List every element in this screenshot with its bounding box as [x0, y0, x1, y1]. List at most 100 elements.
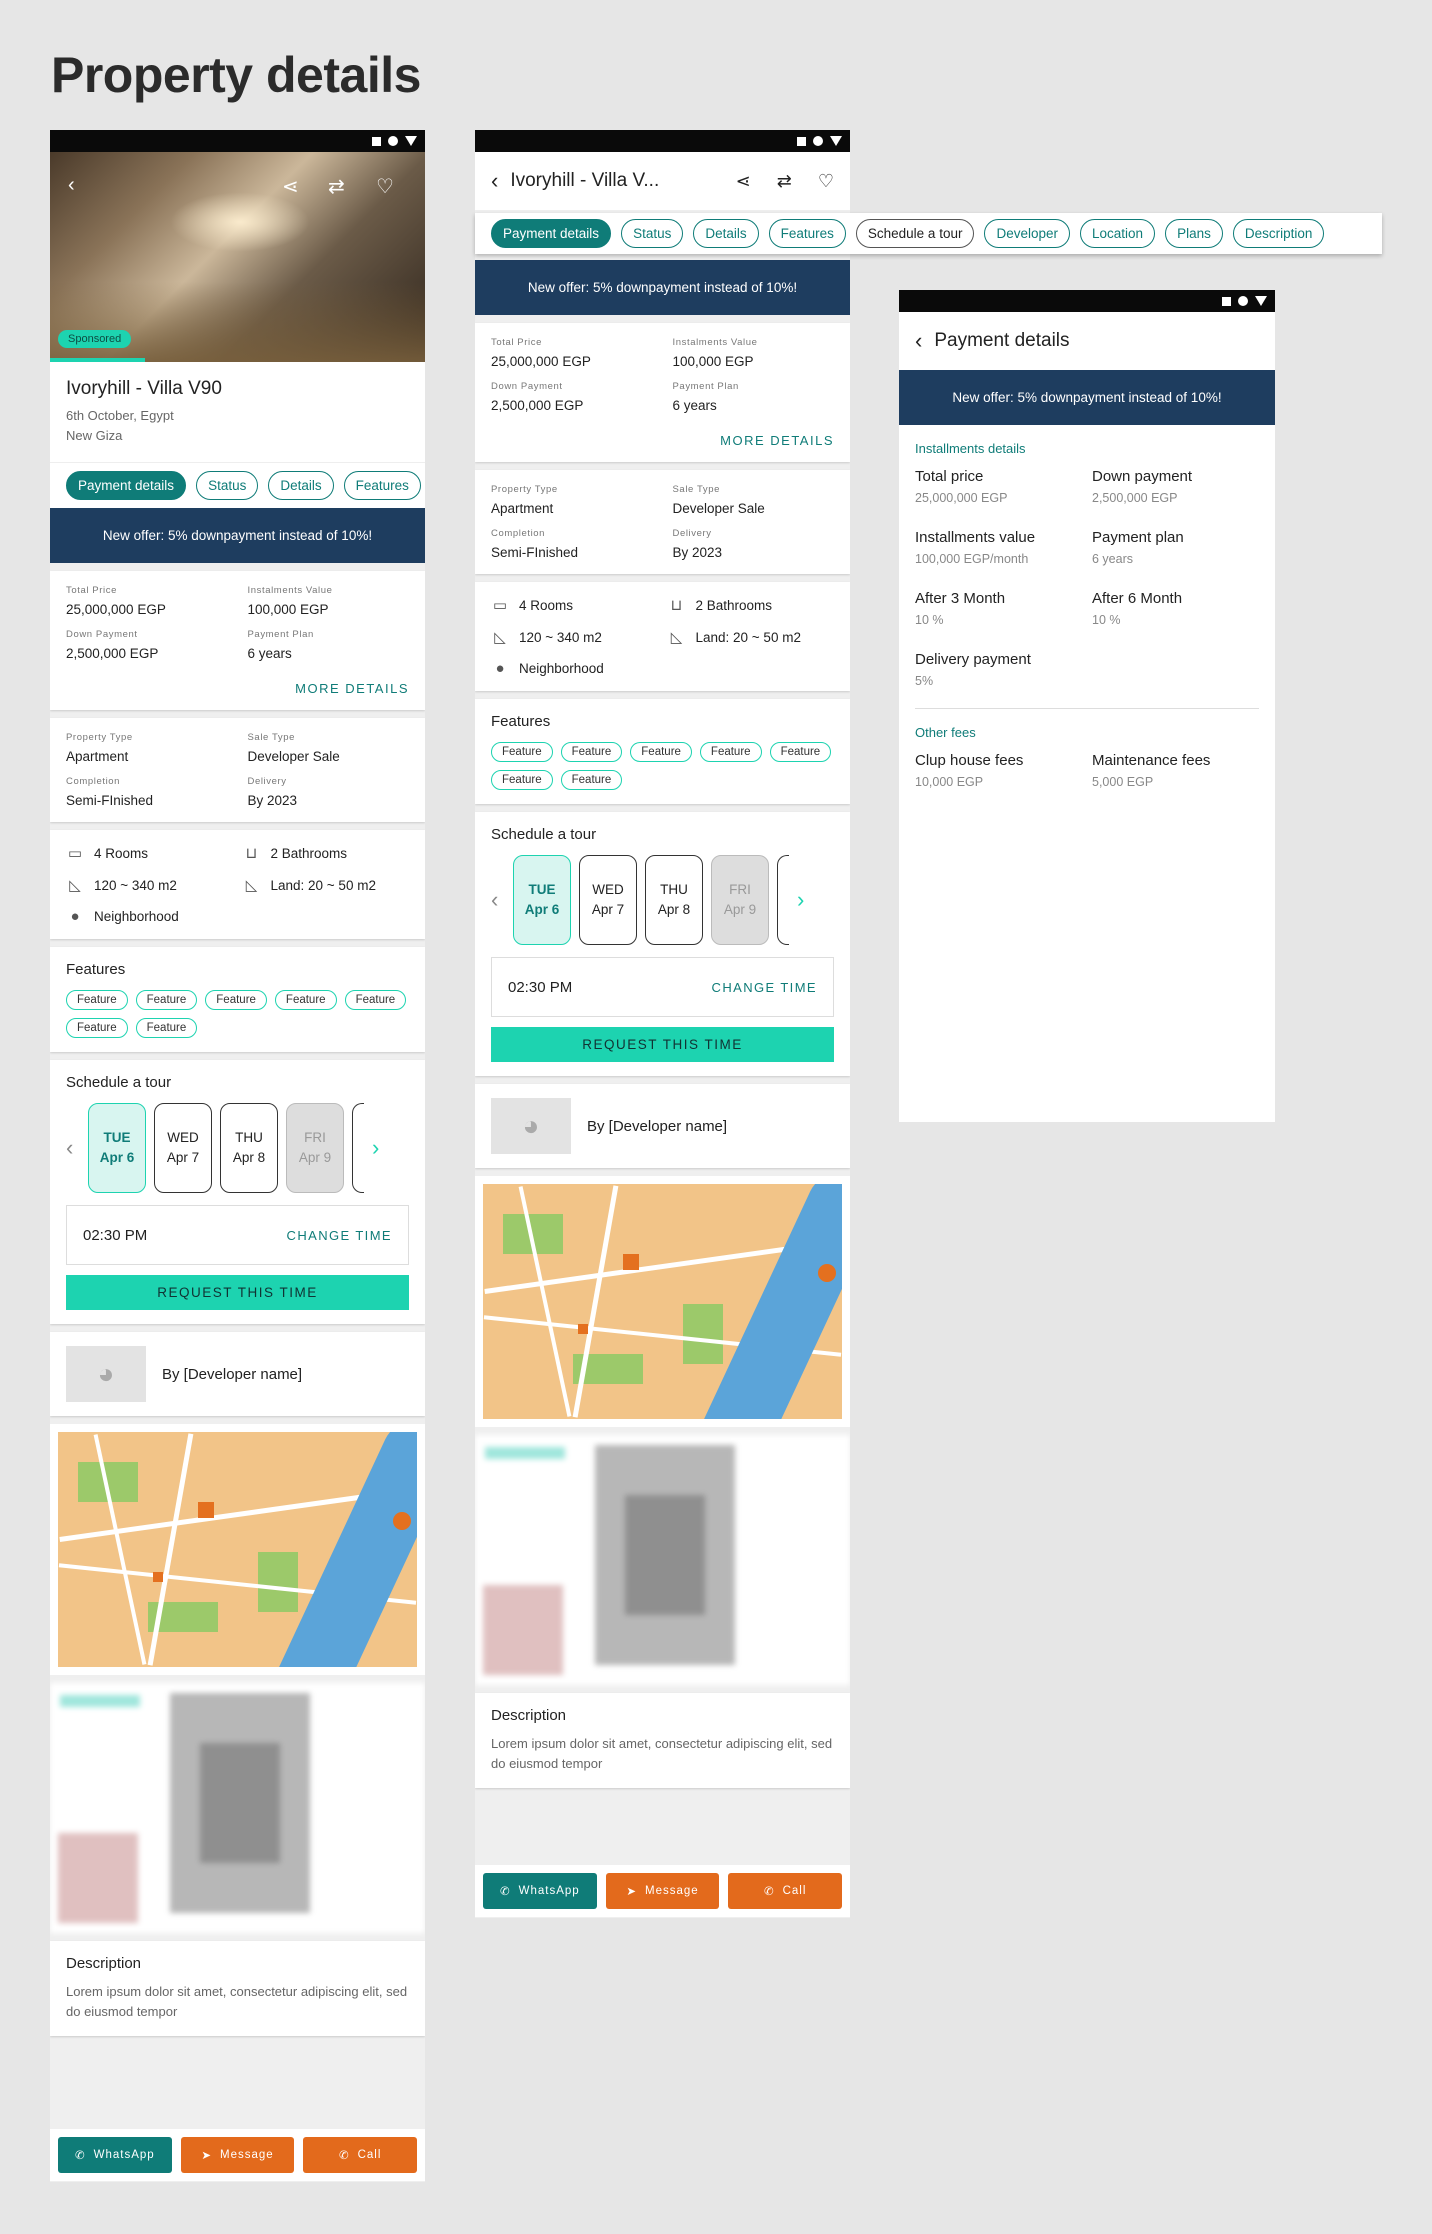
total-price: 25,000,000 EGP — [66, 602, 166, 617]
date-option: FRI Apr 9 — [286, 1103, 344, 1193]
description-title: Description — [66, 1955, 142, 1972]
more-details-button[interactable]: MORE DETAILS — [66, 681, 409, 696]
info-card: Property Type Apartment Sale Type Develope… — [475, 470, 850, 574]
schedule-title: Schedule a tour — [66, 1074, 172, 1091]
chevron-left-icon[interactable]: ‹ — [66, 1135, 80, 1161]
developer-card[interactable]: ◕ By [Developer name] — [475, 1084, 850, 1168]
whatsapp-button[interactable]: ✆ WhatsApp — [58, 2137, 172, 2173]
description-card: Description Lorem ipsum dolor sit amet, … — [50, 1941, 425, 2036]
heart-icon[interactable]: ♡ — [818, 171, 834, 192]
neighborhood: Neighborhood — [519, 661, 604, 676]
feature-chip: Feature — [344, 990, 407, 1010]
page-title: Property details — [51, 47, 421, 103]
date-option[interactable]: WED Apr 7 — [579, 855, 637, 945]
tab-location[interactable]: Location — [1080, 219, 1156, 248]
back-arrow-icon[interactable]: ‹ — [491, 168, 498, 194]
feature-chip: Feature — [491, 742, 553, 762]
feature-chip: Feature — [205, 990, 267, 1010]
message-button[interactable]: ➤ Message — [180, 2137, 295, 2173]
circle-icon — [388, 136, 398, 146]
tab-payment-details[interactable]: Payment details — [66, 471, 187, 500]
payment-page-title: Payment details — [934, 330, 1070, 351]
sale-type: Developer Sale — [247, 749, 340, 764]
tab-description[interactable]: Description — [1232, 219, 1325, 248]
tab-plans[interactable]: Plans — [1165, 219, 1223, 248]
date-option[interactable]: TUE Apr 6 — [513, 855, 571, 945]
location-map[interactable] — [50, 1424, 425, 1675]
share-icon[interactable]: ⋖ — [736, 171, 751, 192]
call-button[interactable]: ✆ Call — [728, 1873, 843, 1909]
floor-plan-image[interactable] — [475, 1435, 850, 1685]
tab-developer[interactable]: Developer — [984, 219, 1071, 248]
back-arrow-icon[interactable]: ‹ — [915, 328, 922, 354]
developer-card[interactable]: ◕ By [Developer name] — [50, 1332, 425, 1416]
call-button[interactable]: ✆ Call — [303, 2137, 418, 2173]
request-time-button[interactable]: REQUEST THIS TIME — [491, 1027, 834, 1062]
date-option[interactable]: THU Apr 8 — [220, 1103, 278, 1193]
feature-chip: Feature — [699, 742, 762, 762]
sticky-section-tabs: Payment details Status Details Features … — [475, 213, 1382, 254]
chevron-right-icon[interactable]: › — [797, 887, 811, 913]
label: Delivery — [672, 528, 712, 539]
whatsapp-icon: ✆ — [499, 1886, 511, 1898]
date-option[interactable] — [777, 855, 789, 945]
schedule-card: Schedule a tour ‹ TUE Apr 6 WED Apr 7 THU A… — [475, 812, 850, 1076]
compare-icon[interactable]: ⇄ — [328, 174, 345, 199]
time-picker[interactable]: 02:30 PM CHANGE TIME — [66, 1205, 409, 1265]
property-name: Ivoryhill - Villa V90 — [66, 378, 222, 399]
bottom-action-bar: ✆ WhatsApp ➤ Message ✆ Call — [475, 1865, 850, 1917]
label: Down payment — [1092, 468, 1193, 485]
offer-banner[interactable]: New offer: 5% downpayment instead of 10%… — [475, 260, 850, 315]
tab-details[interactable]: Details — [693, 219, 759, 248]
date-option[interactable]: WED Apr 7 — [154, 1103, 212, 1193]
built-area: 120 ~ 340 m2 — [519, 629, 602, 645]
change-time-button[interactable]: CHANGE TIME — [712, 980, 817, 995]
location-map[interactable] — [475, 1176, 850, 1427]
date-option[interactable] — [352, 1103, 364, 1193]
heart-icon[interactable]: ♡ — [376, 174, 394, 199]
pin-icon: ● — [70, 908, 80, 925]
chevron-left-icon[interactable]: ‹ — [491, 887, 505, 913]
label: Delivery payment — [915, 651, 1031, 668]
bathtub-icon: ⊔ — [670, 597, 683, 614]
installment-value: 100,000 EGP — [247, 602, 329, 617]
label: Delivery — [247, 776, 287, 787]
time-picker[interactable]: 02:30 PM CHANGE TIME — [491, 957, 834, 1017]
floor-plan-image[interactable] — [50, 1683, 425, 1933]
tab-details[interactable]: Details — [268, 471, 334, 500]
feature-chip: Feature — [491, 770, 553, 790]
property-city: 6th October, Egypt — [66, 408, 174, 423]
value: 100,000 EGP/month — [915, 552, 1029, 566]
chevron-right-icon[interactable]: › — [372, 1135, 386, 1161]
hero-image: ‹ ⋖ ⇄ ♡ Sponsored — [50, 152, 425, 362]
value: 10 % — [1092, 613, 1121, 627]
sponsored-badge: Sponsored — [58, 330, 132, 348]
app-bar-title: Ivoryhill - Villa V... — [510, 170, 660, 191]
offer-banner[interactable]: New offer: 5% downpayment instead of 10%… — [899, 370, 1275, 425]
more-details-button[interactable]: MORE DETAILS — [491, 433, 834, 448]
status-bar — [899, 290, 1275, 312]
tab-features[interactable]: Features — [343, 471, 421, 500]
tab-status[interactable]: Status — [621, 219, 684, 248]
compare-icon[interactable]: ⇄ — [777, 171, 792, 192]
tab-features[interactable]: Features — [768, 219, 846, 248]
request-time-button[interactable]: REQUEST THIS TIME — [66, 1275, 409, 1310]
back-arrow-icon[interactable]: ‹ — [68, 174, 75, 197]
bottom-action-bar: ✆ WhatsApp ➤ Message ✆ Call — [50, 2129, 425, 2181]
date-option[interactable]: THU Apr 8 — [645, 855, 703, 945]
message-button[interactable]: ➤ Message — [605, 1873, 720, 1909]
tab-payment-details[interactable]: Payment details — [491, 219, 612, 248]
feature-chip: Feature — [66, 990, 128, 1010]
bed-icon: ▭ — [67, 845, 83, 862]
neighborhood: Neighborhood — [94, 909, 179, 924]
tab-schedule-tour[interactable]: Schedule a tour — [855, 219, 975, 248]
whatsapp-button[interactable]: ✆ WhatsApp — [483, 1873, 597, 1909]
share-icon[interactable]: ⋖ — [282, 174, 299, 199]
down-payment: 2,500,000 EGP — [66, 646, 159, 661]
square-icon — [372, 136, 381, 146]
change-time-button[interactable]: CHANGE TIME — [287, 1228, 392, 1243]
square-icon — [1222, 296, 1231, 306]
date-option[interactable]: TUE Apr 6 — [88, 1103, 146, 1193]
offer-banner[interactable]: New offer: 5% downpayment instead of 10%… — [50, 508, 425, 563]
tab-status[interactable]: Status — [196, 471, 259, 500]
